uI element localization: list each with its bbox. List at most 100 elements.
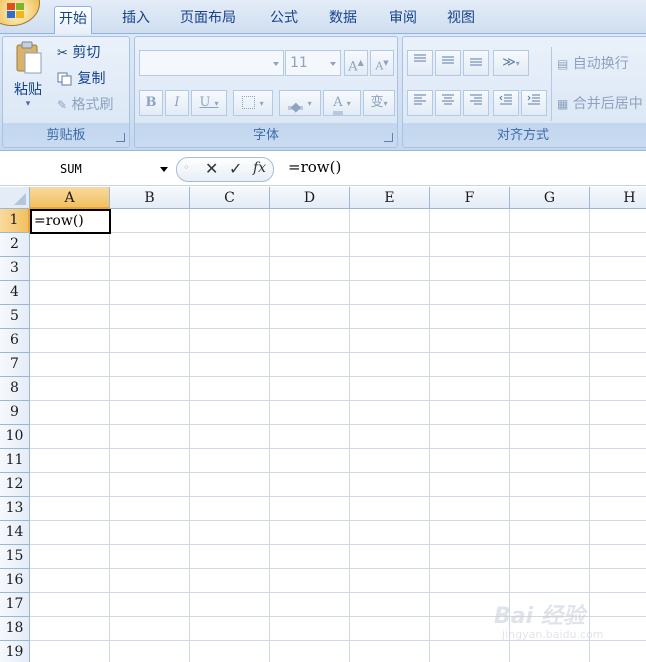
column-header-f[interactable]: F <box>430 187 510 209</box>
font-name-dropdown-icon <box>273 62 279 66</box>
clipboard-group: 粘贴 ▾ ✂ 剪切 复制 ✎ 格式刷 剪贴板 <box>2 36 130 148</box>
column-header-c[interactable]: C <box>190 187 270 209</box>
row-header-19[interactable]: 19 <box>0 641 30 662</box>
grow-font-button[interactable]: A▲ <box>344 50 368 76</box>
enter-icon[interactable]: ✓ <box>229 159 242 178</box>
font-size-value: 11 <box>290 55 308 71</box>
select-all-button[interactable] <box>0 187 30 209</box>
watermark-url: jingyan.baidu.com <box>502 628 604 641</box>
increase-indent-button[interactable] <box>521 90 547 116</box>
wrap-text-button[interactable]: ▤ 自动换行 <box>557 53 629 73</box>
font-color-button[interactable]: A ▾ <box>323 90 361 116</box>
merge-center-icon: ▦ <box>557 97 569 111</box>
align-top-button[interactable] <box>407 50 433 76</box>
align-middle-button[interactable] <box>435 50 461 76</box>
column-header-g[interactable]: G <box>510 187 590 209</box>
row-header-2[interactable]: 2 <box>0 233 30 257</box>
paste-dropdown-icon: ▾ <box>25 99 31 109</box>
font-launcher-icon[interactable] <box>384 133 393 142</box>
align-left-icon <box>414 94 426 105</box>
font-group-label: 字体 <box>252 128 279 143</box>
orientation-button[interactable]: ≫▾ <box>493 50 529 76</box>
align-bottom-icon <box>470 58 482 66</box>
row-header-6[interactable]: 6 <box>0 329 30 353</box>
cancel-icon[interactable]: ✕ <box>205 159 218 178</box>
name-box-dropdown-icon[interactable] <box>160 167 168 172</box>
italic-button[interactable]: I <box>165 90 189 116</box>
align-middle-icon <box>442 56 454 64</box>
row-header-7[interactable]: 7 <box>0 353 30 377</box>
tab-review[interactable]: 审阅 <box>385 6 421 34</box>
row-header-1[interactable]: 1 <box>0 209 30 233</box>
phonetic-button[interactable]: 变▾ <box>363 90 395 116</box>
office-logo-icon <box>7 3 25 19</box>
row-header-4[interactable]: 4 <box>0 281 30 305</box>
tab-insert[interactable]: 插入 <box>118 6 154 34</box>
row-header-12[interactable]: 12 <box>0 473 30 497</box>
underline-icon: U <box>199 95 211 110</box>
row-header-5[interactable]: 5 <box>0 305 30 329</box>
shrink-font-button[interactable]: A▼ <box>370 50 394 76</box>
bold-button[interactable]: B <box>139 90 163 116</box>
name-box[interactable]: SUM <box>6 158 174 180</box>
align-bottom-button[interactable] <box>463 50 489 76</box>
wrap-text-label: 自动换行 <box>572 56 629 72</box>
alignment-group: ≫▾ ▤ 自动换行 ▦ 合并后居中 对齐方式 <box>402 36 646 148</box>
column-header-a[interactable]: A <box>30 187 110 209</box>
row-header-18[interactable]: 18 <box>0 617 30 641</box>
fill-color-button[interactable]: ◆ ▾ <box>279 90 321 116</box>
format-painter-button[interactable]: ✎ 格式刷 <box>57 94 114 114</box>
ribbon: 粘贴 ▾ ✂ 剪切 复制 ✎ 格式刷 剪贴板 11 A▲ A▼ B I U ▾ … <box>0 34 646 151</box>
row-header-16[interactable]: 16 <box>0 569 30 593</box>
cells-area[interactable] <box>30 209 646 662</box>
increase-indent-icon <box>527 94 540 105</box>
row-header-14[interactable]: 14 <box>0 521 30 545</box>
merge-center-button[interactable]: ▦ 合并后居中 <box>557 93 643 113</box>
italic-icon: I <box>174 95 180 110</box>
orientation-icon: ≫ <box>502 55 516 70</box>
copy-label: 复制 <box>77 71 106 87</box>
scissors-icon: ✂ <box>57 45 68 61</box>
tab-page-layout[interactable]: 页面布局 <box>176 6 240 34</box>
decrease-indent-button[interactable] <box>493 90 519 116</box>
tab-data[interactable]: 数据 <box>325 6 361 34</box>
row-header-3[interactable]: 3 <box>0 257 30 281</box>
font-name-combo[interactable] <box>139 50 284 76</box>
formula-input[interactable]: =row() <box>288 158 341 176</box>
row-header-8[interactable]: 8 <box>0 377 30 401</box>
alignment-group-label: 对齐方式 <box>496 128 549 143</box>
tab-view[interactable]: 视图 <box>443 6 479 34</box>
row-header-9[interactable]: 9 <box>0 401 30 425</box>
cut-button[interactable]: ✂ 剪切 <box>57 42 100 62</box>
phonetic-icon: 变 <box>370 95 384 110</box>
column-header-h[interactable]: H <box>590 187 646 209</box>
underline-button[interactable]: U ▾ <box>191 90 227 116</box>
align-right-button[interactable] <box>463 90 489 116</box>
insert-function-icon[interactable]: fx <box>253 160 266 176</box>
row-header-11[interactable]: 11 <box>0 449 30 473</box>
column-header-d[interactable]: D <box>270 187 350 209</box>
font-group: 11 A▲ A▼ B I U ▾ ▾ ◆ ▾ A ▾ 变▾ 字体 <box>134 36 398 148</box>
tab-home[interactable]: 开始 <box>54 6 92 35</box>
row-header-13[interactable]: 13 <box>0 497 30 521</box>
align-right-icon <box>470 94 482 105</box>
tab-formulas[interactable]: 公式 <box>266 6 302 34</box>
borders-button[interactable]: ▾ <box>233 90 273 116</box>
row-header-15[interactable]: 15 <box>0 545 30 569</box>
align-center-button[interactable] <box>435 90 461 116</box>
row-header-10[interactable]: 10 <box>0 425 30 449</box>
formula-buttons: ◦ ✕ ✓ fx <box>176 157 274 182</box>
column-header-e[interactable]: E <box>350 187 430 209</box>
paste-button[interactable]: 粘贴 ▾ <box>9 41 47 117</box>
active-cell[interactable]: =row() <box>30 209 111 234</box>
clipboard-launcher-icon[interactable] <box>116 133 125 142</box>
font-size-combo[interactable]: 11 <box>285 50 341 76</box>
row-header-17[interactable]: 17 <box>0 593 30 617</box>
office-button[interactable] <box>0 0 40 26</box>
column-header-b[interactable]: B <box>110 187 190 209</box>
grip-icon: ◦ <box>183 161 190 174</box>
grow-font-icon: A <box>348 59 358 75</box>
font-color-icon: A <box>333 95 343 115</box>
align-left-button[interactable] <box>407 90 433 116</box>
copy-button[interactable]: 复制 <box>57 68 105 88</box>
